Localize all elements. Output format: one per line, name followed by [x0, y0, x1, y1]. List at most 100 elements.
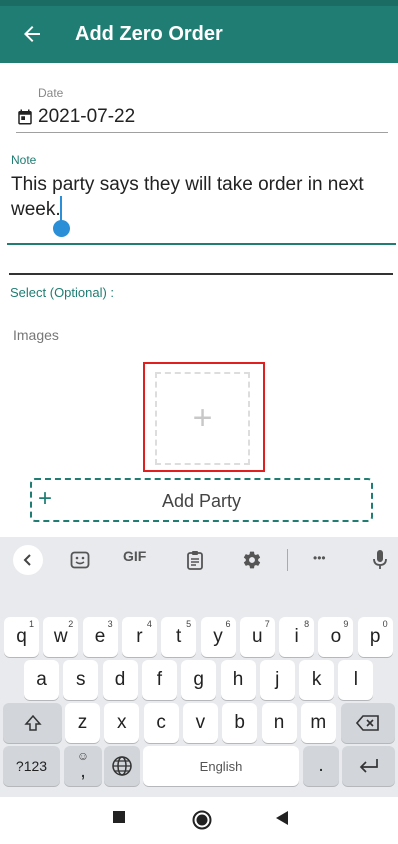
date-label: Date	[38, 86, 64, 100]
key-label: i	[294, 626, 299, 647]
key-i[interactable]: i8	[279, 617, 315, 657]
back-icon[interactable]	[276, 811, 288, 825]
key-number-hint: 1	[28, 619, 34, 629]
keyboard: GIF ••• q1w2e3r4t5y6u7i8o9p0 asdfghjkl z…	[0, 537, 398, 797]
add-party-button[interactable]: + Add Party	[30, 478, 373, 522]
key-a[interactable]: a	[24, 660, 59, 700]
navigation-bar	[0, 797, 398, 844]
symbols-key[interactable]: ?123	[3, 746, 60, 786]
home-icon[interactable]	[192, 810, 212, 830]
key-h[interactable]: h	[220, 660, 256, 700]
key-label: e	[94, 626, 106, 647]
date-field[interactable]: 2021-07-22	[16, 106, 388, 133]
select-dropdown[interactable]	[9, 273, 393, 275]
add-party-label: Add Party	[161, 491, 242, 511]
key-s[interactable]: s	[63, 660, 99, 700]
key-k[interactable]: k	[299, 660, 335, 700]
collapse-keyboard-button[interactable]	[13, 545, 43, 575]
calendar-icon	[18, 109, 32, 125]
key-number-hint: 4	[146, 619, 152, 629]
back-arrow-icon[interactable]	[20, 22, 44, 46]
key-b[interactable]: b	[222, 703, 258, 743]
shift-key[interactable]	[3, 703, 62, 743]
key-l[interactable]: l	[338, 660, 374, 700]
key-n[interactable]: n	[261, 703, 297, 743]
key-t[interactable]: t5	[161, 617, 197, 657]
key-e[interactable]: e3	[82, 617, 118, 657]
key-label: o	[330, 626, 342, 647]
period-key[interactable]: .	[303, 746, 339, 786]
clipboard-icon[interactable]	[186, 550, 204, 570]
chevron-left-icon	[23, 554, 31, 566]
key-j[interactable]: j	[259, 660, 295, 700]
enter-icon	[359, 759, 378, 773]
key-p[interactable]: p0	[357, 617, 393, 657]
key-label: u	[252, 626, 263, 647]
key-label: x	[117, 712, 127, 733]
key-w[interactable]: w2	[43, 617, 79, 657]
key-label: y	[213, 626, 223, 647]
sticker-icon[interactable]	[70, 551, 90, 569]
key-label: v	[195, 712, 206, 733]
key-number-hint: 8	[304, 619, 310, 629]
gif-button[interactable]: GIF	[123, 548, 146, 564]
plus-icon: +	[192, 399, 213, 437]
key-g[interactable]: g	[181, 660, 217, 700]
cursor-handle[interactable]	[53, 220, 70, 237]
key-r[interactable]: r4	[121, 617, 157, 657]
key-label: n	[273, 712, 285, 733]
space-key[interactable]: English	[143, 746, 299, 786]
microphone-icon[interactable]	[372, 549, 388, 571]
key-label: r	[136, 626, 143, 647]
more-button[interactable]: •••	[313, 551, 326, 565]
key-z[interactable]: z	[65, 703, 100, 743]
key-f[interactable]: f	[141, 660, 177, 700]
key-y[interactable]: y6	[200, 617, 236, 657]
note-input[interactable]: This party says they will take order in …	[11, 172, 391, 222]
select-label: Select (Optional) :	[10, 285, 115, 300]
globe-icon	[112, 756, 132, 776]
key-q[interactable]: q1	[4, 617, 39, 657]
key-label: f	[156, 669, 163, 690]
key-label: k	[311, 669, 322, 690]
key-m[interactable]: m	[300, 703, 336, 743]
comma-label: ,	[80, 761, 86, 782]
settings-icon[interactable]	[242, 550, 262, 570]
key-number-hint: 6	[225, 619, 231, 629]
key-label: z	[77, 712, 88, 733]
key-label: p	[369, 626, 381, 647]
key-d[interactable]: d	[102, 660, 138, 700]
key-number-hint: 0	[382, 619, 388, 629]
images-label: Images	[13, 327, 59, 343]
enter-key[interactable]	[342, 746, 395, 786]
key-label: q	[16, 626, 27, 647]
key-label: g	[193, 669, 204, 690]
comma-key[interactable]: ☺ ,	[64, 746, 102, 786]
key-number-hint: 3	[107, 619, 113, 629]
page-title: Add Zero Order	[75, 23, 223, 45]
key-c[interactable]: c	[143, 703, 179, 743]
key-label: w	[53, 626, 68, 647]
toolbar-divider	[287, 549, 288, 571]
note-label: Note	[11, 153, 37, 167]
add-image-button[interactable]: +	[155, 372, 250, 465]
keyboard-toolbar: GIF •••	[0, 537, 398, 583]
emoji-icon: ☺	[76, 749, 90, 763]
key-label: a	[36, 669, 47, 690]
language-key[interactable]	[104, 746, 140, 786]
key-o[interactable]: o9	[318, 617, 354, 657]
key-label: d	[114, 669, 126, 690]
recents-icon[interactable]	[113, 811, 125, 823]
key-label: b	[234, 712, 245, 733]
key-label: l	[353, 669, 358, 690]
key-label: t	[176, 626, 182, 647]
key-v[interactable]: v	[182, 703, 218, 743]
text-cursor	[60, 196, 62, 222]
date-value: 2021-07-22	[38, 106, 136, 127]
shift-arrow-icon	[23, 714, 42, 731]
key-x[interactable]: x	[104, 703, 140, 743]
key-u[interactable]: u7	[239, 617, 275, 657]
backspace-icon	[356, 715, 379, 731]
backspace-key[interactable]	[341, 703, 395, 743]
key-label: s	[76, 669, 86, 690]
